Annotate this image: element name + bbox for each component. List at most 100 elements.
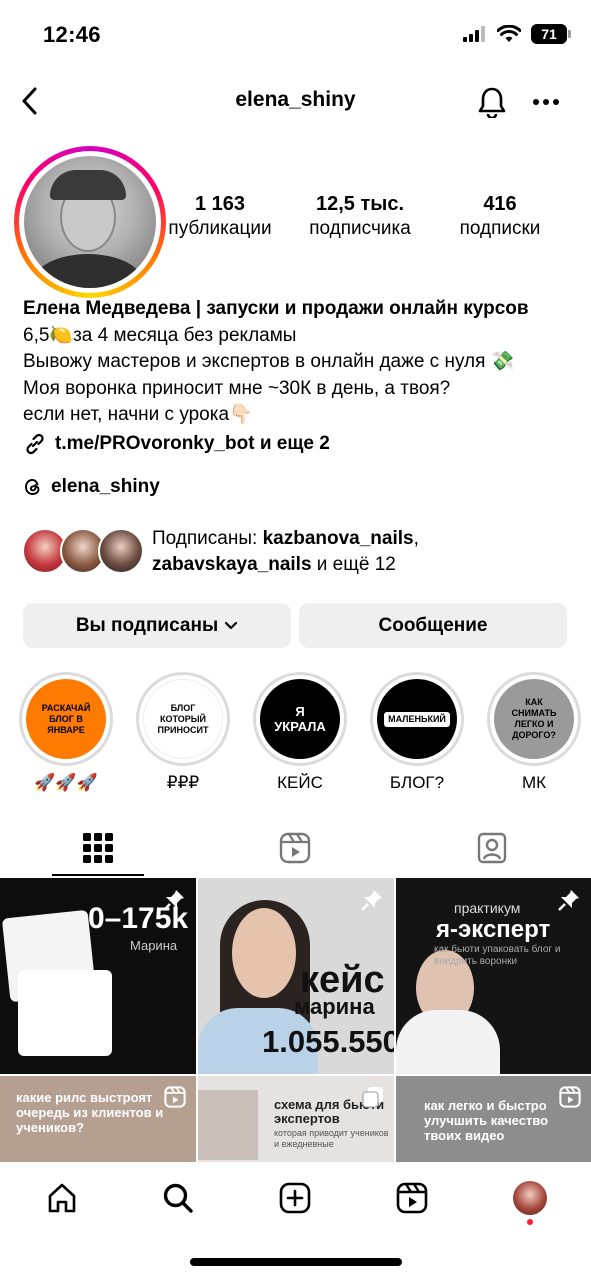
link-icon	[26, 433, 44, 455]
status-time: 12:46	[43, 22, 101, 47]
nav-search[interactable]	[156, 1176, 200, 1220]
nav-create[interactable]	[273, 1176, 317, 1220]
bio-line: Вывожу мастеров и экспертов в онлайн даж…	[23, 351, 515, 372]
highlight-label: ₽₽₽	[166, 773, 200, 792]
reels-icon	[396, 1182, 428, 1214]
post-photo-shirt	[396, 1010, 500, 1074]
status-icons: 71	[463, 24, 571, 44]
own-profile-avatar	[513, 1181, 547, 1215]
post-title: кейс	[300, 959, 385, 1001]
story-highlights: РАСКАЧАЙ БЛОГ В ЯНВАРЕ 🚀🚀🚀 БЛОГ КОТОРЫЙ …	[0, 672, 591, 794]
highlight-label: МК	[521, 773, 547, 792]
following-count[interactable]: 416 подписки	[430, 192, 570, 242]
profile-header: elena_shiny	[0, 78, 591, 124]
posts-grid: 0–175k Марина кейс марина 1.055.550₽ пра…	[0, 878, 591, 1162]
home-icon	[48, 1183, 76, 1213]
post-subtitle: марина	[294, 994, 375, 1019]
profile-content-tabs	[0, 818, 591, 876]
bell-icon	[478, 87, 506, 118]
more-options-button[interactable]	[528, 84, 564, 120]
post-screenshot-card	[18, 970, 112, 1056]
nav-reels[interactable]	[390, 1176, 434, 1220]
reels-icon	[279, 832, 311, 864]
post-amount: 1.055.550₽	[262, 1024, 394, 1059]
message-button[interactable]: Сообщение	[299, 603, 567, 648]
followers-count[interactable]: 12,5 тыс. подписчика	[290, 192, 430, 242]
tab-posts-grid[interactable]	[68, 826, 128, 870]
more-horizontal-icon	[533, 99, 559, 105]
home-indicator[interactable]	[190, 1258, 402, 1266]
highlight-label: 🚀🚀🚀	[34, 773, 98, 792]
mutual-avatars	[22, 528, 144, 576]
highlight-label: БЛОГ?	[389, 773, 445, 792]
profile-photo	[24, 156, 156, 288]
highlight-item[interactable]: КАК СНИМАТЬ ЛЕГКО И ДОРОГО? МК	[486, 672, 582, 794]
post-title: как легко и быстро улучшить качество тво…	[424, 1098, 549, 1143]
pin-icon	[163, 890, 184, 911]
highlight-label: КЕЙС	[277, 773, 323, 792]
post-thumbnail[interactable]: 0–175k Марина	[0, 878, 196, 1074]
pin-icon	[558, 890, 579, 911]
mutual-followers-text: Подписаны: kazbanova_nails, zabavskaya_n…	[152, 528, 419, 575]
post-subtitle: которая приводит учеников и ежедневные	[274, 1128, 389, 1149]
bio-line: если нет, начни с урока👇🏻	[23, 404, 253, 425]
threads-username: elena_shiny	[51, 476, 160, 497]
tab-reels[interactable]	[265, 826, 325, 870]
nav-profile[interactable]	[508, 1176, 552, 1220]
tab-tagged[interactable]	[462, 826, 522, 870]
mutual-user-link[interactable]: zabavskaya_nails	[152, 554, 312, 575]
post-thumbnail[interactable]: кейс марина 1.055.550₽	[198, 878, 394, 1074]
bio-line: 6,5🍋за 4 месяца без рекламы	[23, 324, 297, 346]
profile-bio: Елена Медведева | запуски и продажи онла…	[23, 296, 583, 429]
post-title: я-эксперт	[436, 916, 551, 943]
carousel-icon	[362, 1087, 383, 1108]
threads-icon	[25, 479, 40, 495]
reel-icon	[164, 1086, 186, 1108]
post-thumbnail[interactable]: какие рилс выстроят очередь из клиентов …	[0, 1076, 196, 1162]
highlight-item[interactable]: МАЛЕНЬКИЙ БЛОГ?	[369, 672, 465, 794]
profile-avatar[interactable]	[14, 146, 166, 298]
post-subtitle: Марина	[130, 938, 178, 953]
bottom-navigation	[0, 1162, 591, 1280]
profile-full-name: Елена Медведева | запуски и продажи онла…	[23, 298, 529, 319]
grid-icon	[83, 833, 113, 863]
bio-line: Моя воронка приносит мне ~30К в день, а …	[23, 377, 451, 399]
pin-icon	[361, 890, 382, 911]
highlight-cover: Я УКРАЛА	[260, 679, 340, 759]
mutual-avatar	[98, 528, 144, 574]
cellular-signal-icon	[463, 26, 485, 42]
bio-link[interactable]: t.me/PROvoronky_bot и еще 2	[23, 432, 330, 456]
search-icon	[163, 1183, 193, 1213]
post-subtitle: как бьюти упаковать блог и внедрить воро…	[434, 944, 561, 967]
profile-stats: 1 163 публикации 12,5 тыс. подписчика 41…	[150, 192, 570, 242]
post-thumbnail[interactable]: схема для бьюти экспертов которая привод…	[198, 1076, 394, 1162]
nav-home[interactable]	[40, 1176, 84, 1220]
highlight-cover: БЛОГ КОТОРЫЙ ПРИНОСИТ	[143, 679, 223, 759]
bio-link-text: t.me/PROvoronky_bot и еще 2	[55, 433, 330, 454]
post-photo	[198, 1090, 258, 1160]
following-button[interactable]: Вы подписаны	[23, 603, 291, 648]
post-title: какие рилс выстроят очередь из клиентов …	[16, 1090, 164, 1135]
wifi-icon	[497, 25, 521, 42]
tagged-user-icon	[477, 832, 507, 864]
post-thumbnail[interactable]: практикум я-эксперт как бьюти упаковать …	[396, 878, 591, 1074]
notifications-button[interactable]	[474, 84, 510, 120]
threads-link[interactable]: elena_shiny	[23, 476, 160, 498]
reel-icon	[559, 1086, 581, 1108]
active-tab-indicator	[52, 874, 144, 876]
highlight-item[interactable]: Я УКРАЛА КЕЙС	[252, 672, 348, 794]
highlight-item[interactable]: БЛОГ КОТОРЫЙ ПРИНОСИТ ₽₽₽	[135, 672, 231, 794]
mutual-followers[interactable]: Подписаны: kazbanova_nails, zabavskaya_n…	[22, 526, 582, 578]
highlight-item[interactable]: РАСКАЧАЙ БЛОГ В ЯНВАРЕ 🚀🚀🚀	[18, 672, 114, 794]
post-thumbnail[interactable]: как легко и быстро улучшить качество тво…	[396, 1076, 591, 1162]
highlight-cover: МАЛЕНЬКИЙ	[384, 711, 450, 727]
status-bar: 12:46 71	[0, 0, 591, 70]
create-post-icon	[279, 1182, 311, 1214]
notification-dot	[527, 1219, 533, 1225]
post-photo-face	[232, 908, 296, 998]
battery-indicator: 71	[531, 24, 571, 44]
mutual-user-link[interactable]: kazbanova_nails	[263, 528, 414, 549]
chevron-down-icon	[225, 621, 238, 629]
highlight-cover: РАСКАЧАЙ БЛОГ В ЯНВАРЕ	[26, 679, 106, 759]
posts-count[interactable]: 1 163 публикации	[150, 192, 290, 242]
